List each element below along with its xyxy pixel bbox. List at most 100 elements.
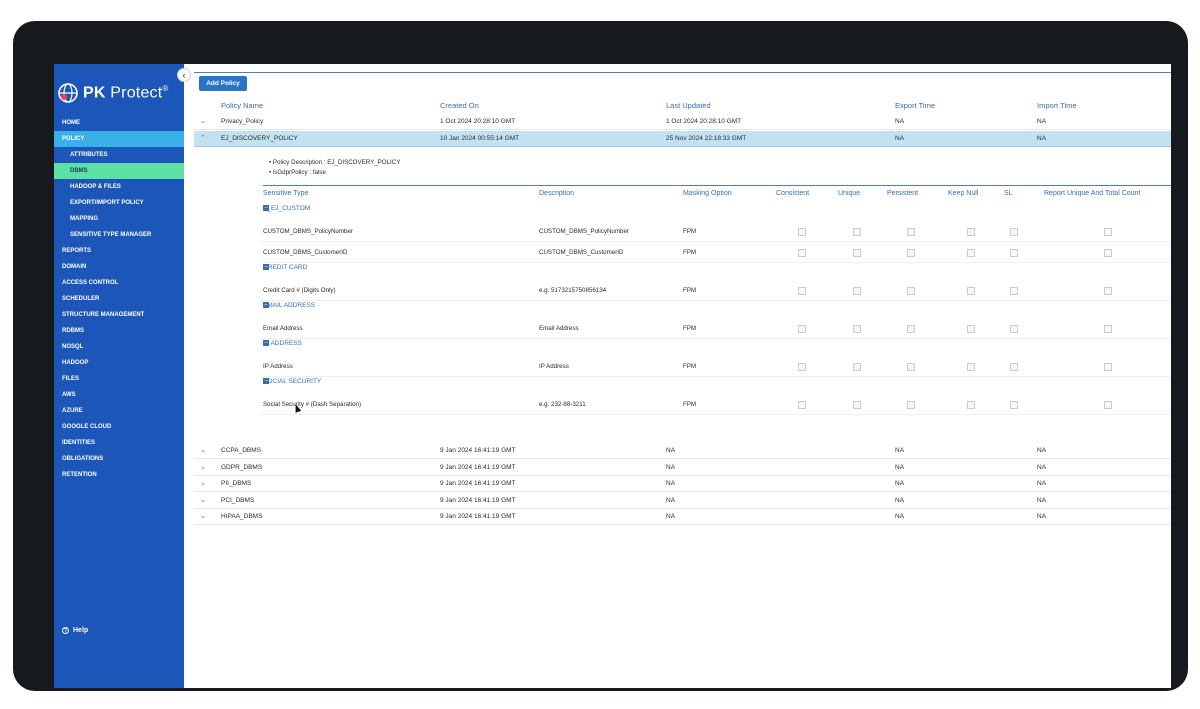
- persistent-checkbox[interactable]: [907, 228, 915, 236]
- consistent-checkbox[interactable]: [798, 325, 806, 333]
- sensitive-type-header: Sensitive Type Description Masking Optio…: [261, 190, 1171, 202]
- chevron-down-icon[interactable]: ⌄: [200, 114, 206, 130]
- col-import-time[interactable]: Import Time: [1037, 101, 1077, 110]
- table-row[interactable]: ⌄ HIPAA_DBMS 9 Jan 2024 16:41:19 GMT NA NA NA: [194, 509, 1171, 525]
- sl-checkbox[interactable]: [1010, 287, 1018, 295]
- sl-checkbox[interactable]: [1010, 325, 1018, 333]
- table-row[interactable]: ⌄ GDPR_DBMS 9 Jan 2024 16:41:19 GMT NA NA NA: [194, 460, 1171, 476]
- sl-checkbox[interactable]: [1010, 249, 1018, 257]
- group-header[interactable]: – A_EJ_CUSTOM: [261, 205, 1171, 221]
- created-on: 9 Jan 2024 16:41:19 GMT: [440, 463, 516, 471]
- sidebar-item-attributes[interactable]: ATTRIBUTES: [54, 147, 184, 163]
- sidebar-item-export-import-policy[interactable]: EXPORT/IMPORT POLICY: [54, 195, 184, 211]
- sidebar-item-mapping[interactable]: MAPPING: [54, 211, 184, 227]
- chevron-down-icon[interactable]: ⌄: [200, 460, 206, 476]
- sidebar-item-azure[interactable]: AZURE: [54, 403, 184, 419]
- consistent-checkbox[interactable]: [798, 249, 806, 257]
- divider: [263, 185, 1171, 186]
- sidebar-item-rdbms[interactable]: RDBMS: [54, 323, 184, 339]
- consistent-checkbox[interactable]: [798, 287, 806, 295]
- unique-checkbox[interactable]: [853, 401, 861, 409]
- keep-null-checkbox[interactable]: [967, 228, 975, 236]
- sidebar-item-hadoop[interactable]: HADOOP: [54, 355, 184, 371]
- sidebar-item-nosql[interactable]: NOSQL: [54, 339, 184, 355]
- sidebar-item-hadoop-files[interactable]: HADOOP & FILES: [54, 179, 184, 195]
- col-unique: Unique: [838, 190, 861, 197]
- export-time: NA: [895, 480, 905, 487]
- sl-checkbox[interactable]: [1010, 401, 1018, 409]
- add-policy-button[interactable]: Add Policy: [199, 76, 247, 91]
- chevron-down-icon[interactable]: ⌄: [200, 509, 206, 525]
- col-report: Report Unique And Total Count: [1044, 190, 1141, 197]
- unique-checkbox[interactable]: [853, 249, 861, 257]
- persistent-checkbox[interactable]: [907, 287, 915, 295]
- report-checkbox[interactable]: [1104, 287, 1112, 295]
- sidebar-item-retention[interactable]: RETENTION: [54, 467, 184, 483]
- sidebar-item-dbms[interactable]: DBMS: [54, 163, 184, 179]
- sensitive-type-row: Email Address Email Address FPM: [261, 319, 1171, 339]
- sidebar-item-aws[interactable]: AWS: [54, 387, 184, 403]
- persistent-checkbox[interactable]: [907, 363, 915, 371]
- persistent-checkbox[interactable]: [907, 249, 915, 257]
- table-row[interactable]: ⌄ Privacy_Policy 1 Oct 2024 20:28:10 GMT 1 …: [194, 114, 1171, 130]
- keep-null-checkbox[interactable]: [967, 287, 975, 295]
- sidebar-item-structure-management[interactable]: STRUCTURE MANAGEMENT: [54, 307, 184, 323]
- created-on: 9 Jan 2024 16:41:19 GMT: [440, 480, 516, 487]
- app-screen: PK Protect® HOME POLICY ATTRIBUTES DBMS HADO…: [54, 64, 1171, 688]
- sl-checkbox[interactable]: [1010, 228, 1018, 236]
- report-checkbox[interactable]: [1104, 401, 1112, 409]
- chevron-down-icon[interactable]: ⌄: [200, 476, 206, 492]
- sidebar-item-reports[interactable]: REPORTS: [54, 243, 184, 259]
- help-link[interactable]: ? Help: [62, 627, 88, 634]
- group-header[interactable]: – EMAIL ADDRESS: [261, 302, 1171, 318]
- sidebar-item-sensitive-type-manager[interactable]: SENSITIVE TYPE MANAGER: [54, 227, 184, 243]
- chevron-down-icon[interactable]: ⌄: [200, 443, 206, 459]
- persistent-checkbox[interactable]: [907, 325, 915, 333]
- keep-null-checkbox[interactable]: [967, 401, 975, 409]
- created-on: 9 Jan 2024 16:41:19 GMT: [440, 447, 516, 454]
- unique-checkbox[interactable]: [853, 325, 861, 333]
- sidebar-item-scheduler[interactable]: SCHEDULER: [54, 291, 184, 307]
- unique-checkbox[interactable]: [853, 363, 861, 371]
- sensitive-type-row: Social Security # (Dash Separation) e.g. …: [261, 395, 1171, 415]
- consistent-checkbox[interactable]: [798, 363, 806, 371]
- group-header[interactable]: – CREDIT CARD: [261, 264, 1171, 280]
- report-checkbox[interactable]: [1104, 325, 1112, 333]
- sensitive-type: CUSTOM_DBMS_CustomerID: [263, 249, 348, 256]
- group-header[interactable]: – IP ADDRESS: [261, 340, 1171, 356]
- created-on: 1 Oct 2024 20:28:10 GMT: [440, 118, 516, 125]
- sidebar-collapse-button[interactable]: ‹: [177, 68, 191, 82]
- sidebar-item-domain[interactable]: DOMAIN: [54, 259, 184, 275]
- persistent-checkbox[interactable]: [907, 401, 915, 409]
- group-header[interactable]: – SOCIAL SECURITY: [261, 378, 1171, 394]
- sidebar-item-policy[interactable]: POLICY: [54, 131, 184, 147]
- col-created-on[interactable]: Created On: [440, 101, 479, 110]
- keep-null-checkbox[interactable]: [967, 325, 975, 333]
- unique-checkbox[interactable]: [853, 228, 861, 236]
- col-last-updated[interactable]: Last Updated: [666, 101, 711, 110]
- table-row[interactable]: ⌄ CCPA_DBMS 9 Jan 2024 16:41:19 GMT NA NA NA: [194, 443, 1171, 459]
- consistent-checkbox[interactable]: [798, 401, 806, 409]
- sidebar-item-identities[interactable]: IDENTITIES: [54, 435, 184, 451]
- report-checkbox[interactable]: [1104, 363, 1112, 371]
- chevron-down-icon[interactable]: ⌄: [200, 493, 206, 509]
- unique-checkbox[interactable]: [853, 287, 861, 295]
- sidebar-item-files[interactable]: FILES: [54, 371, 184, 387]
- col-policy-name[interactable]: Policy Name: [221, 101, 263, 110]
- keep-null-checkbox[interactable]: [967, 363, 975, 371]
- sidebar-item-home[interactable]: HOME: [54, 115, 184, 131]
- sidebar-item-obligations[interactable]: OBLIGATIONS: [54, 451, 184, 467]
- consistent-checkbox[interactable]: [798, 228, 806, 236]
- col-export-time[interactable]: Export Time: [895, 101, 935, 110]
- report-checkbox[interactable]: [1104, 249, 1112, 257]
- report-checkbox[interactable]: [1104, 228, 1112, 236]
- table-header: Policy Name Created On Last Updated Expo…: [194, 101, 1171, 113]
- sidebar-item-google-cloud[interactable]: GOOGLE CLOUD: [54, 419, 184, 435]
- chevron-up-icon[interactable]: ⌃: [200, 131, 206, 147]
- sidebar-item-access-control[interactable]: ACCESS CONTROL: [54, 275, 184, 291]
- table-row[interactable]: ⌄ PII_DBMS 9 Jan 2024 16:41:19 GMT NA NA NA: [194, 476, 1171, 492]
- table-row[interactable]: ⌄ PCI_DBMS 9 Jan 2024 16:41:19 GMT NA NA NA: [194, 493, 1171, 509]
- keep-null-checkbox[interactable]: [967, 249, 975, 257]
- sl-checkbox[interactable]: [1010, 363, 1018, 371]
- table-row[interactable]: ⌃ EJ_DISCOVERY_POLICY 10 Jan 2024 00:55:14…: [194, 130, 1171, 147]
